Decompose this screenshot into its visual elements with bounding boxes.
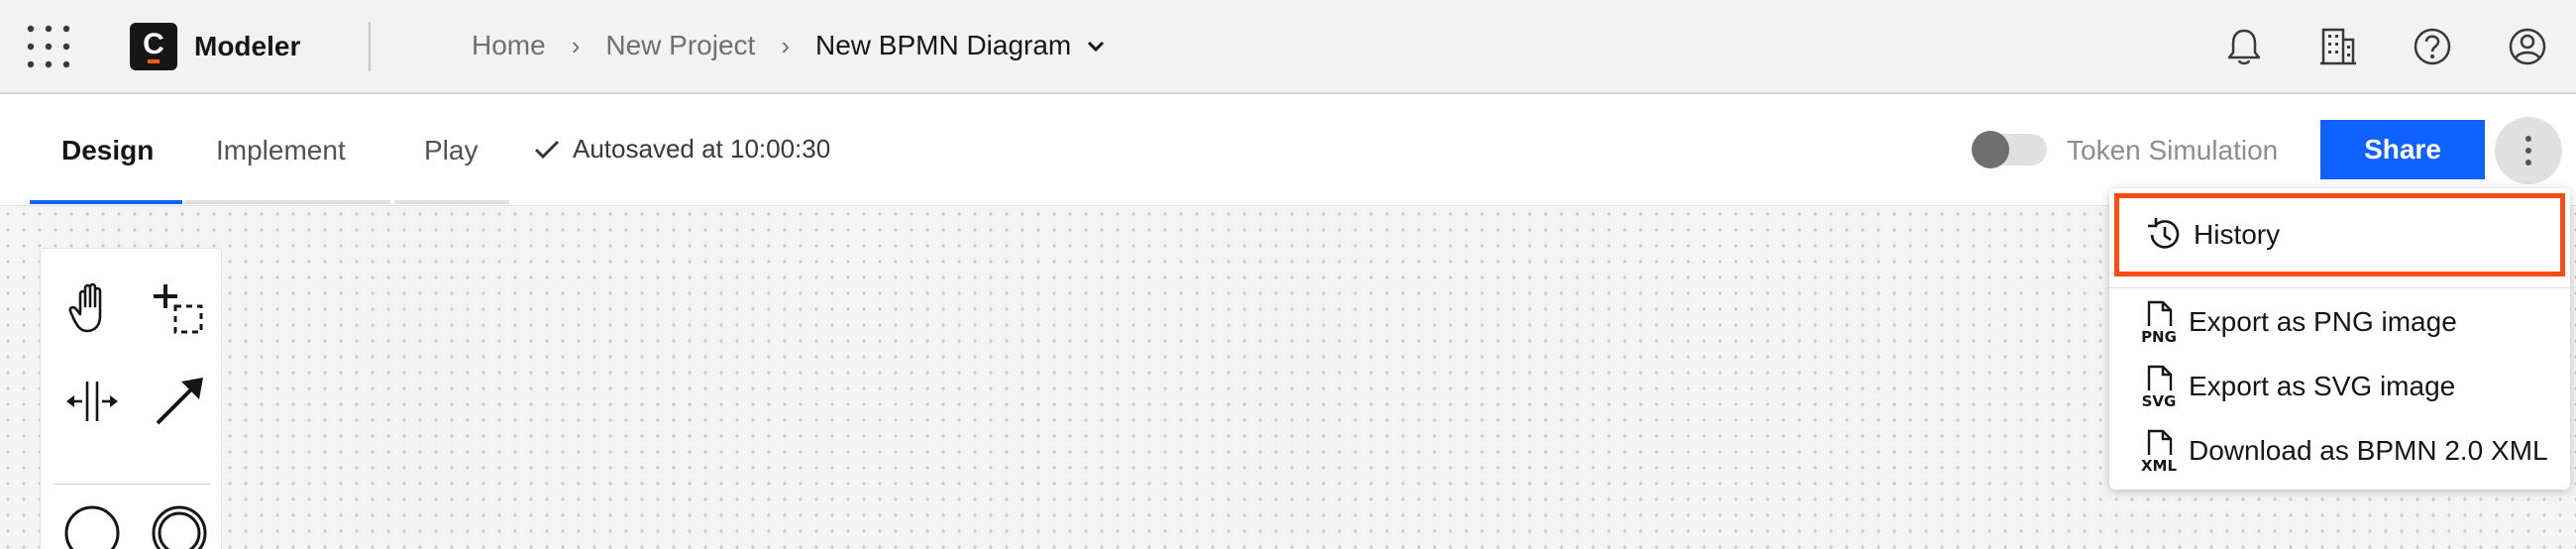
autosave-status: Autosaved at 10:00:30 bbox=[533, 134, 830, 165]
app-switcher-icon[interactable] bbox=[24, 22, 73, 71]
png-file-icon: PNG bbox=[2141, 300, 2177, 344]
logo-letter: C bbox=[143, 28, 164, 60]
more-options-button[interactable] bbox=[2495, 117, 2562, 184]
kebab-dot bbox=[2525, 160, 2531, 165]
breadcrumb-home[interactable]: Home bbox=[472, 30, 546, 61]
hand-tool-icon[interactable] bbox=[60, 276, 124, 340]
user-avatar-icon[interactable] bbox=[2505, 24, 2550, 69]
header-divider bbox=[369, 22, 371, 71]
share-button[interactable]: Share bbox=[2320, 120, 2485, 179]
menu-divider bbox=[2109, 287, 2570, 288]
intermediate-event-icon[interactable] bbox=[148, 501, 211, 549]
bell-icon[interactable] bbox=[2221, 24, 2267, 69]
menu-item-label: Export as SVG image bbox=[2189, 371, 2456, 401]
menu-item-label: Export as PNG image bbox=[2189, 306, 2457, 337]
file-badge: XML bbox=[2141, 457, 2177, 473]
palette-divider bbox=[53, 484, 211, 485]
menu-item-history[interactable]: History bbox=[2114, 193, 2565, 276]
app-name: Modeler bbox=[194, 31, 301, 61]
breadcrumb-separator: › bbox=[571, 30, 581, 60]
active-tab-indicator bbox=[30, 200, 182, 204]
tab-play[interactable]: Play bbox=[424, 94, 478, 206]
breadcrumb-project[interactable]: New Project bbox=[605, 30, 755, 61]
tab-underline bbox=[184, 200, 390, 204]
toggle-knob bbox=[1972, 131, 2009, 168]
menu-item-download-xml[interactable]: XML Download as BPMN 2.0 XML bbox=[2109, 420, 2570, 482]
help-icon[interactable] bbox=[2410, 24, 2455, 69]
tab-underline bbox=[394, 200, 509, 204]
space-tool-icon[interactable] bbox=[60, 370, 124, 433]
menu-item-export-png[interactable]: PNG Export as PNG image bbox=[2109, 291, 2570, 353]
file-badge: SVG bbox=[2142, 392, 2177, 408]
token-simulation-label: Token Simulation bbox=[2067, 135, 2279, 165]
file-badge: PNG bbox=[2141, 328, 2177, 344]
svg-file-icon: SVG bbox=[2142, 365, 2177, 408]
tool-palette bbox=[40, 248, 222, 549]
xml-file-icon: XML bbox=[2141, 429, 2177, 473]
organization-icon[interactable] bbox=[2315, 24, 2361, 69]
chevron-down-icon[interactable] bbox=[1085, 35, 1107, 56]
start-event-icon[interactable] bbox=[60, 501, 124, 549]
menu-item-export-svg[interactable]: SVG Export as SVG image bbox=[2109, 356, 2570, 417]
history-icon bbox=[2148, 218, 2180, 249]
kebab-dot bbox=[2525, 148, 2531, 154]
autosave-text: Autosaved at 10:00:30 bbox=[573, 134, 831, 164]
menu-item-label: Download as BPMN 2.0 XML bbox=[2189, 435, 2548, 466]
tab-design[interactable]: Design bbox=[61, 94, 154, 206]
menu-item-label: History bbox=[2194, 219, 2281, 250]
breadcrumb-separator: › bbox=[781, 30, 790, 60]
top-header: C Modeler Home › New Project › New BPMN … bbox=[0, 0, 2576, 94]
connect-tool-icon[interactable] bbox=[148, 370, 211, 433]
token-simulation-toggle[interactable] bbox=[1972, 131, 2047, 168]
breadcrumb: Home › New Project › New BPMN Diagram bbox=[472, 30, 1107, 61]
logo-accent-bar bbox=[148, 59, 160, 63]
kebab-dot bbox=[2525, 136, 2531, 142]
breadcrumb-current-diagram[interactable]: New BPMN Diagram bbox=[815, 30, 1071, 61]
lasso-tool-icon[interactable] bbox=[148, 276, 211, 340]
app-logo[interactable]: C bbox=[130, 23, 177, 70]
more-options-menu: History PNG Export as PNG image SVG Expo… bbox=[2109, 188, 2570, 490]
checkmark-icon bbox=[534, 140, 560, 159]
tab-implement[interactable]: Implement bbox=[216, 94, 346, 206]
